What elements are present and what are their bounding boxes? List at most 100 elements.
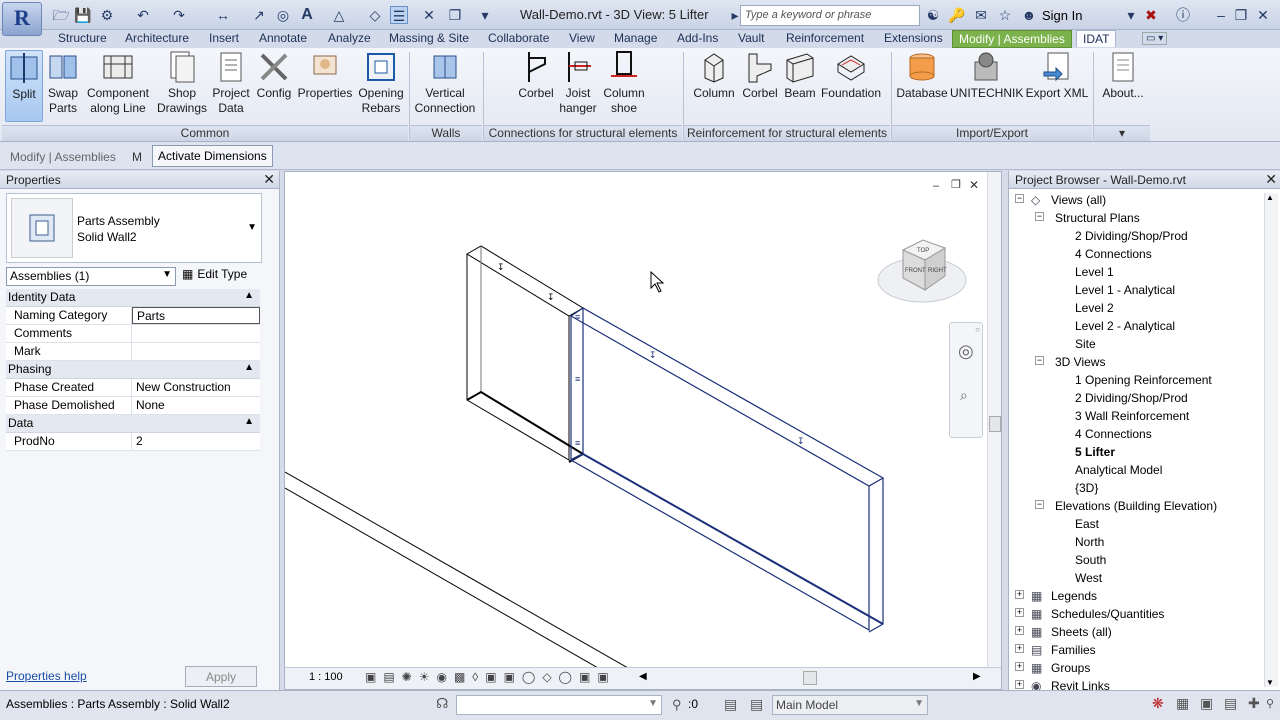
drawing-canvas[interactable]: ↧ ↧ ↧ ↧ ≡ ≡ ≡ – ❐ ✕ TOP FRONT RIGHT ◎ ⌕ … (284, 171, 1002, 690)
tab-view[interactable]: View (569, 31, 595, 45)
browser-node[interactable]: Families (1051, 643, 1096, 657)
column-shoe-button[interactable]: Column shoe (600, 50, 648, 116)
design-option-select[interactable]: Main Model ▼ (772, 695, 928, 715)
group-identity-data[interactable]: Identity Data ▲ (6, 289, 260, 307)
joist-hanger-button[interactable]: Joist hanger (558, 50, 598, 116)
design-options-icon[interactable]: ▤ (724, 696, 737, 713)
subscription-icon[interactable]: 🔑 (948, 6, 966, 24)
browser-node[interactable]: 4 Connections (1075, 427, 1152, 441)
view-close-icon[interactable]: ✕ (969, 178, 979, 192)
browser-node[interactable]: North (1075, 535, 1104, 549)
config-button[interactable]: Config (255, 50, 293, 101)
switch-windows-icon[interactable]: ❐ (446, 6, 464, 24)
close-icon[interactable]: ○ (975, 325, 980, 334)
lifter-anchor-icon[interactable]: ↧ (547, 292, 555, 302)
workset-select[interactable]: ▼ (456, 695, 662, 715)
scroll-up-icon[interactable]: ▲ (1266, 193, 1274, 202)
opening-rebars-button[interactable]: Opening Rebars (356, 50, 406, 116)
tab-extensions[interactable]: Extensions (884, 31, 943, 45)
database-button[interactable]: Database (896, 50, 948, 101)
browser-node[interactable]: Analytical Model (1075, 463, 1162, 477)
tab-manage[interactable]: Manage (614, 31, 657, 45)
property-value-input[interactable]: Parts (132, 307, 260, 324)
edit-type-button[interactable]: ▦ Edit Type (182, 267, 247, 286)
view-restore-icon[interactable]: ❐ (951, 178, 961, 191)
corbel-reinforcement-button[interactable]: Corbel (740, 50, 780, 101)
browser-node[interactable]: South (1075, 553, 1106, 567)
exchange-icon[interactable]: ✖ (1142, 6, 1160, 24)
minimize-icon[interactable]: – (1212, 6, 1230, 24)
connection-marker-icon[interactable]: ≡ (575, 312, 580, 322)
view-scale[interactable]: 1 : 100 (309, 671, 343, 683)
scroll-right-icon[interactable]: ▶ (973, 671, 981, 682)
foundation-reinforcement-button[interactable]: Foundation (820, 50, 882, 101)
group-phasing[interactable]: Phasing ▲ (6, 361, 260, 379)
scroll-left-icon[interactable]: ◀ (639, 671, 647, 682)
browser-node[interactable]: 5 Lifter (1075, 445, 1115, 459)
measure-icon[interactable]: ↔ (214, 6, 232, 24)
browser-node[interactable]: Level 2 - Analytical (1075, 319, 1175, 333)
ribbon-minimize-toggle[interactable]: ▭ ▾ (1142, 32, 1168, 45)
browser-node[interactable]: 1 Opening Reinforcement (1075, 373, 1212, 387)
browser-node[interactable]: Legends (1051, 589, 1097, 603)
property-value[interactable]: 2 (132, 433, 260, 450)
property-value[interactable] (132, 325, 260, 342)
communication-icon[interactable]: ✉ (972, 6, 990, 24)
properties-help-link[interactable]: Properties help (6, 669, 87, 683)
tab-architecture[interactable]: Architecture (125, 31, 189, 45)
browser-node[interactable]: Groups (1051, 661, 1090, 675)
browser-node[interactable]: {3D} (1075, 481, 1098, 495)
connection-marker-icon[interactable]: ≡ (575, 438, 580, 448)
split-button[interactable]: Split (5, 50, 43, 122)
view-cube[interactable]: TOP FRONT RIGHT (875, 232, 969, 306)
filter-icon[interactable]: ⚲ (672, 697, 682, 713)
tab-annotate[interactable]: Annotate (259, 31, 307, 45)
connection-marker-icon[interactable]: ≡ (575, 374, 580, 384)
expand-toggle-icon[interactable]: + (1015, 626, 1024, 635)
scroll-down-icon[interactable]: ▼ (1266, 678, 1274, 687)
thin-lines-icon[interactable]: ☰ (390, 6, 408, 24)
column-reinforcement-button[interactable]: Column (690, 50, 738, 101)
browser-node[interactable]: 4 Connections (1075, 247, 1152, 261)
unitechnik-button[interactable]: UNITECHNIK (950, 50, 1023, 101)
browser-node[interactable]: West (1075, 571, 1102, 585)
expand-toggle-icon[interactable]: + (1015, 662, 1024, 671)
3d-view-icon[interactable]: △ (330, 6, 348, 24)
property-value[interactable]: New Construction (132, 379, 260, 396)
property-value[interactable]: None (132, 397, 260, 414)
application-menu-button[interactable]: R (2, 2, 42, 36)
tab-structure[interactable]: Structure (58, 31, 107, 45)
browser-node[interactable]: 3 Wall Reinforcement (1075, 409, 1189, 423)
open-icon[interactable]: 🗁 (52, 6, 70, 24)
browser-node[interactable]: Level 1 - Analytical (1075, 283, 1175, 297)
lifter-anchor-icon[interactable]: ↧ (497, 262, 505, 272)
browser-node[interactable]: Level 1 (1075, 265, 1114, 279)
close-icon[interactable]: ✕ (1265, 171, 1277, 188)
expand-toggle-icon[interactable]: + (1015, 644, 1024, 653)
expand-toggle-icon[interactable]: − (1035, 356, 1044, 365)
properties-button[interactable]: Properties (296, 50, 354, 101)
vertical-scrollbar[interactable] (987, 172, 1001, 668)
select-underlay-icon[interactable]: ▦ (1176, 695, 1189, 712)
close-icon[interactable]: ✕ (263, 171, 275, 188)
browser-node[interactable]: Structural Plans (1055, 211, 1140, 225)
browser-node[interactable]: Views (all) (1051, 193, 1106, 207)
select-by-face-icon[interactable]: ▤ (1224, 695, 1237, 712)
expand-toggle-icon[interactable]: + (1015, 608, 1024, 617)
tab-insert[interactable]: Insert (209, 31, 239, 45)
worksets-icon[interactable]: ☊ (436, 695, 448, 712)
project-data-button[interactable]: Project Data (210, 50, 252, 116)
corbel-connection-button[interactable]: Corbel (514, 50, 558, 101)
tab-add-ins[interactable]: Add-Ins (677, 31, 718, 45)
group-data[interactable]: Data ▲ (6, 415, 260, 433)
search-input[interactable]: Type a keyword or phrase (740, 5, 920, 26)
text-icon[interactable]: A (298, 6, 316, 24)
browser-node[interactable]: 3D Views (1055, 355, 1105, 369)
browser-node[interactable]: East (1075, 517, 1099, 531)
drag-on-select-icon[interactable]: ✚ (1248, 695, 1260, 712)
expand-toggle-icon[interactable]: + (1015, 590, 1024, 599)
view-minimize-icon[interactable]: – (933, 180, 939, 192)
browser-node[interactable]: Elevations (Building Elevation) (1055, 499, 1217, 513)
beam-reinforcement-button[interactable]: Beam (780, 50, 820, 101)
browser-node[interactable]: 2 Dividing/Shop/Prod (1075, 229, 1188, 243)
